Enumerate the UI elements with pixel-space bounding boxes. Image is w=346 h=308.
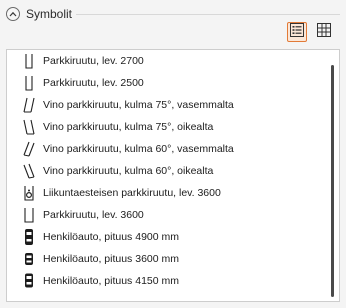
list-item-label: Henkilöauto, pituus 4150 mm	[43, 275, 179, 287]
list-item[interactable]: Henkilöauto, pituus 4150 mm	[7, 270, 329, 292]
list-item-label: Vino parkkiruutu, kulma 75°, vasemmalta	[43, 99, 234, 111]
list-item[interactable]: Henkilöauto, pituus 4900 mm	[7, 226, 329, 248]
car-icon	[19, 226, 39, 248]
list-item-label: Parkkiruutu, lev. 2700	[43, 55, 144, 67]
list-item-label: Parkkiruutu, lev. 3600	[43, 209, 144, 221]
parking-angled-right-icon	[19, 116, 39, 138]
panel-title: Symbolit	[26, 7, 73, 21]
symbol-list[interactable]: Parkkiruutu, lev. 2700 Parkkiruutu, lev.…	[6, 49, 340, 302]
list-item[interactable]: Parkkiruutu, lev. 2700	[7, 50, 329, 72]
symbols-panel: Symbolit Parkkiruutu, lev. 2700 Parkkiru…	[0, 0, 346, 308]
header-divider	[76, 14, 340, 15]
list-item-label: Henkilöauto, pituus 4900 mm	[43, 231, 179, 243]
parking-straight-icon	[19, 50, 39, 72]
grid-view-button[interactable]	[314, 22, 334, 42]
list-item[interactable]: Liikuntaesteisen parkkiruutu, lev. 3600	[7, 182, 329, 204]
list-view-icon	[290, 22, 304, 42]
chevron-up-icon[interactable]	[6, 7, 20, 21]
list-item-label: Vino parkkiruutu, kulma 60°, vasemmalta	[43, 143, 234, 155]
parking-straight-icon	[19, 72, 39, 94]
list-item[interactable]: Vino parkkiruutu, kulma 75°, oikealta	[7, 116, 329, 138]
parking-angled-left-icon	[19, 94, 39, 116]
list-view-button[interactable]	[287, 22, 307, 42]
parking-straight-icon	[19, 204, 39, 226]
parking-angled-left-icon	[19, 138, 39, 160]
accessible-parking-icon	[19, 182, 39, 204]
car-icon	[19, 270, 39, 292]
list-item-label: Vino parkkiruutu, kulma 60°, oikealta	[43, 165, 214, 177]
list-item[interactable]: Henkilöauto, pituus 3600 mm	[7, 248, 329, 270]
list-item[interactable]: Vino parkkiruutu, kulma 60°, vasemmalta	[7, 138, 329, 160]
panel-header[interactable]: Symbolit	[6, 4, 72, 24]
list-item[interactable]: Vino parkkiruutu, kulma 75°, vasemmalta	[7, 94, 329, 116]
parking-angled-right-icon	[19, 160, 39, 182]
list-item[interactable]: Vino parkkiruutu, kulma 60°, oikealta	[7, 160, 329, 182]
list-item[interactable]: Parkkiruutu, lev. 2500	[7, 72, 329, 94]
list-item-label: Parkkiruutu, lev. 2500	[43, 77, 144, 89]
car-icon	[19, 248, 39, 270]
vertical-scrollbar[interactable]	[331, 65, 334, 297]
list-item-label: Liikuntaesteisen parkkiruutu, lev. 3600	[43, 187, 221, 199]
list-item-label: Henkilöauto, pituus 3600 mm	[43, 253, 179, 265]
grid-view-icon	[317, 22, 331, 42]
list-item-label: Vino parkkiruutu, kulma 75°, oikealta	[43, 121, 214, 133]
list-item[interactable]: Parkkiruutu, lev. 3600	[7, 204, 329, 226]
